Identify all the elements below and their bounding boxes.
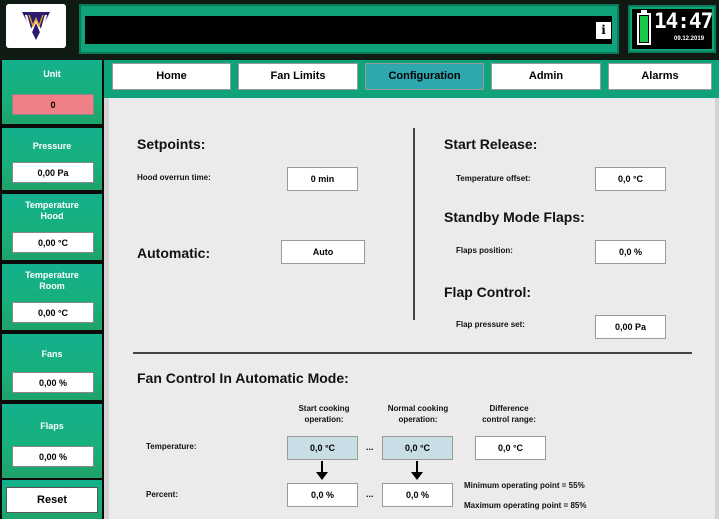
arrow-down-icon [316, 461, 328, 480]
sidebar-pressure-tile: Pressure 0,00 Pa [2, 128, 102, 190]
auto-mode-button[interactable]: Auto [281, 240, 365, 264]
tab-home[interactable]: Home [112, 63, 231, 90]
start-cooking-header: Start cooking operation: [282, 403, 366, 425]
temp-room-label-1: Temperature [25, 270, 79, 280]
temp-start-field[interactable]: 0,0 °C [287, 436, 358, 460]
unit-value[interactable]: 0 [12, 94, 94, 115]
sidebar-temp-hood-tile: Temperature Hood 0,00 °C [2, 194, 102, 260]
normal-cooking-header: Normal cooking operation: [374, 403, 462, 425]
min-operating-point: Minimum operating point = 55% [464, 481, 585, 490]
fans-value: 0,00 % [12, 372, 94, 393]
flaps-label: Flaps [40, 421, 64, 431]
sidebar-fans-tile: Fans 0,00 % [2, 334, 102, 400]
percent-start-field[interactable]: 0,0 % [287, 483, 358, 507]
temp-hood-label-1: Temperature [25, 200, 79, 210]
flap-pressure-label: Flap pressure set: [456, 320, 525, 329]
flaps-position-field[interactable]: 0,0 % [595, 240, 666, 264]
start-cooking-header-2: operation: [304, 415, 344, 424]
section-divider-vertical [413, 128, 415, 320]
standby-title: Standby Mode Flaps: [444, 209, 585, 225]
clock-time: 14:47 [654, 9, 713, 33]
max-operating-point: Maximum operating point = 85% [464, 501, 587, 510]
temp-difference-field[interactable]: 0,0 °C [475, 436, 546, 460]
sidebar-flaps-tile: Flaps 0,00 % [2, 404, 102, 478]
temp-hood-label-2: Hood [40, 211, 64, 221]
temperature-row-label: Temperature: [146, 442, 197, 451]
flap-control-title: Flap Control: [444, 284, 532, 300]
temp-offset-label: Temperature offset: [456, 174, 531, 183]
flap-pressure-field[interactable]: 0,00 Pa [595, 315, 666, 339]
difference-header-2: control range: [482, 415, 536, 424]
tab-alarms[interactable]: Alarms [608, 63, 712, 90]
temp-offset-field[interactable]: 0,0 °C [595, 167, 666, 191]
flaps-value: 0,00 % [12, 446, 94, 467]
temp-range-separator: ... [366, 442, 374, 452]
battery-level [640, 16, 648, 42]
sidebar-temp-room-tile: Temperature Room 0,00 °C [2, 264, 102, 330]
setpoints-title: Setpoints: [137, 136, 206, 152]
w-crest-logo-icon [22, 12, 50, 40]
temp-room-value: 0,00 °C [12, 302, 94, 323]
tab-fan-limits[interactable]: Fan Limits [238, 63, 358, 90]
info-button[interactable]: i [596, 22, 611, 39]
message-area [85, 16, 612, 44]
percent-row-label: Percent: [146, 490, 179, 499]
flaps-position-label: Flaps position: [456, 246, 513, 255]
pressure-label: Pressure [32, 141, 72, 151]
tab-admin[interactable]: Admin [491, 63, 601, 90]
reset-button[interactable]: Reset [6, 487, 98, 513]
clock-date: 09.12.2019 [674, 36, 705, 42]
pressure-value: 0,00 Pa [12, 162, 94, 183]
temp-hood-value: 0,00 °C [12, 232, 94, 253]
percent-normal-field[interactable]: 0,0 % [382, 483, 453, 507]
hood-overrun-field[interactable]: 0 min [287, 167, 358, 191]
arrow-down-icon [411, 461, 423, 480]
tab-configuration[interactable]: Configuration [365, 63, 484, 90]
difference-header-1: Difference [489, 404, 529, 413]
fan-control-title: Fan Control In Automatic Mode: [137, 370, 349, 386]
hood-overrun-label: Hood overrun time: [137, 173, 211, 182]
temp-normal-field[interactable]: 0,0 °C [382, 436, 453, 460]
status-sidebar: Unit 0 Pressure 0,00 Pa Temperature Hood… [0, 60, 104, 519]
percent-range-separator: ... [366, 489, 374, 499]
start-cooking-header-1: Start cooking [298, 404, 350, 413]
company-logo [6, 4, 66, 48]
unit-label: Unit [43, 69, 61, 79]
fans-label: Fans [41, 349, 63, 359]
section-divider-horizontal [133, 352, 692, 354]
start-release-title: Start Release: [444, 136, 538, 152]
normal-cooking-header-1: Normal cooking [387, 404, 449, 413]
normal-cooking-header-2: operation: [398, 415, 438, 424]
difference-header: Difference control range: [467, 403, 551, 425]
temp-room-label-2: Room [39, 281, 65, 291]
sidebar-unit-tile: Unit 0 [2, 60, 102, 124]
automatic-title: Automatic: [137, 245, 211, 261]
